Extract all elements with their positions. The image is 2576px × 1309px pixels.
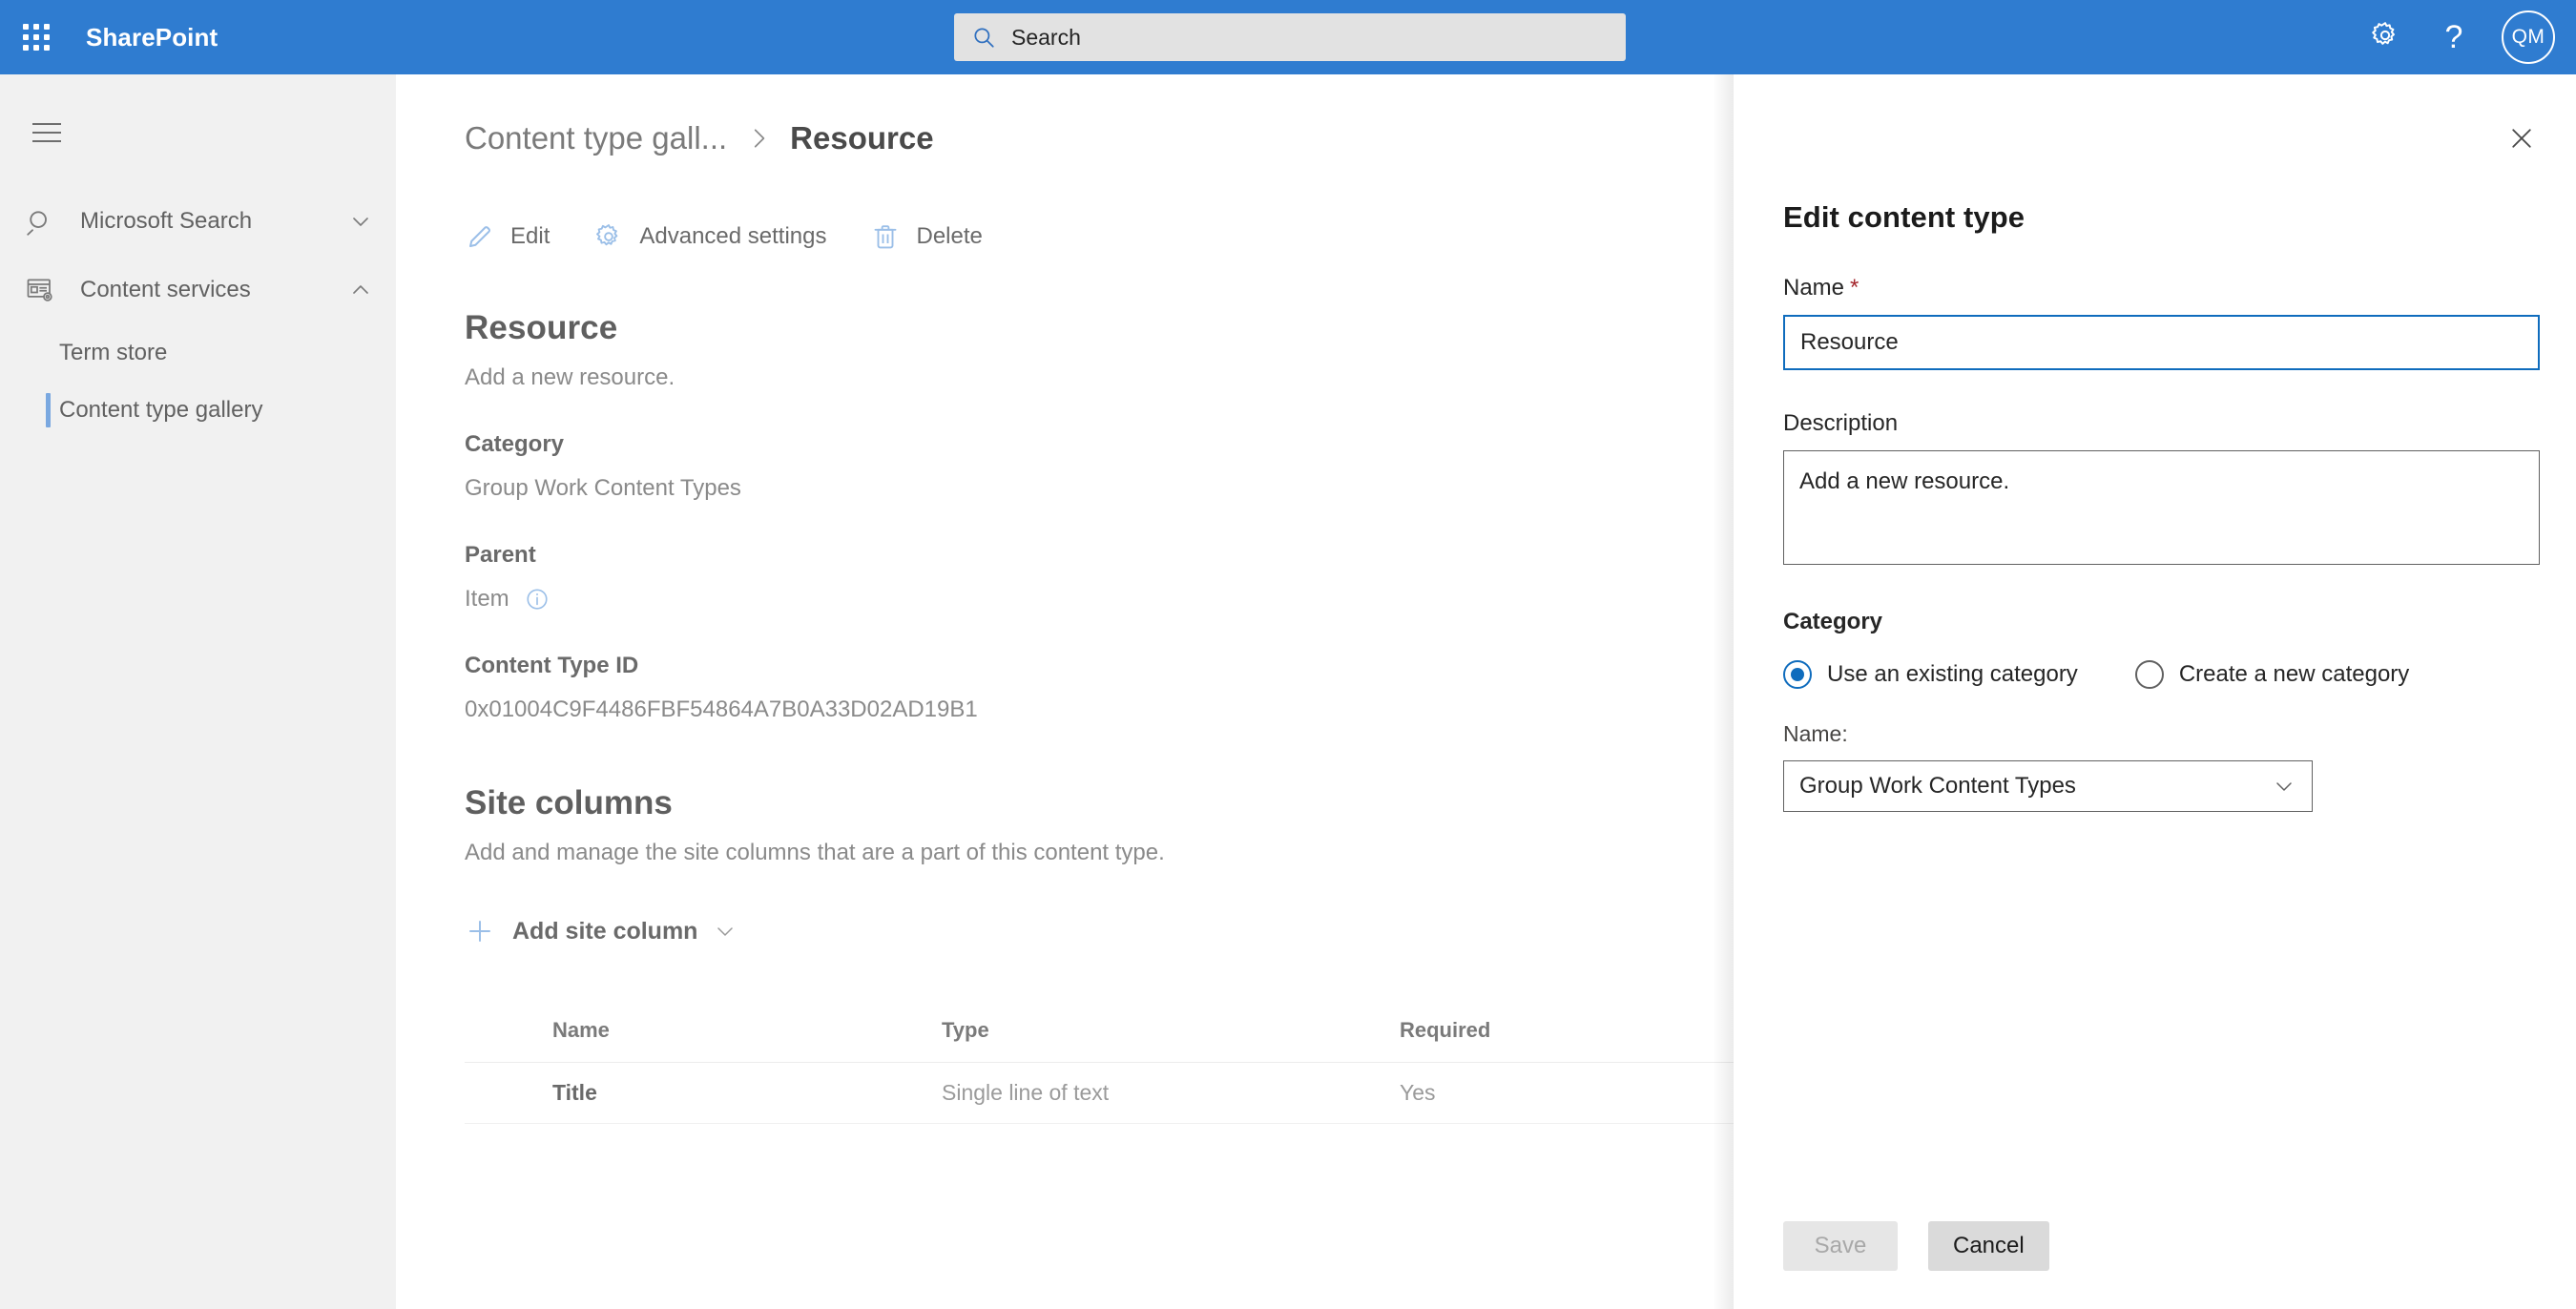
radio-create-new-category[interactable]: Create a new category	[2134, 660, 2410, 689]
radio-use-existing-category[interactable]: Use an existing category	[1783, 660, 2078, 689]
command-label: Advanced settings	[639, 223, 827, 249]
nav-toggle-button[interactable]	[17, 103, 76, 162]
suite-actions: ? QM	[2351, 0, 2576, 74]
breadcrumb-current: Resource	[790, 120, 934, 156]
advanced-settings-button[interactable]: Advanced settings	[593, 210, 847, 263]
app-launcher-button[interactable]	[0, 0, 73, 74]
search-icon	[971, 25, 996, 50]
sidebar-subitem-label: Term store	[59, 340, 168, 365]
panel-title: Edit content type	[1783, 200, 2025, 234]
sidebar-item-content-services[interactable]: Content services	[0, 256, 396, 324]
table-row[interactable]: Title Single line of text Yes	[465, 1063, 1858, 1124]
column-header-required[interactable]: Required	[1400, 1018, 1762, 1043]
settings-button[interactable]	[2351, 0, 2420, 74]
table-header-row: Name Type Required	[465, 998, 1858, 1063]
save-button[interactable]: Save	[1783, 1221, 1898, 1271]
category-name-label: Name:	[1783, 721, 1848, 746]
app-launcher-icon	[23, 24, 50, 51]
required-asterisk: *	[1850, 275, 1859, 301]
plus-icon	[465, 916, 495, 946]
field-value-text: Group Work Content Types	[465, 475, 741, 501]
sidebar-item-microsoft-search[interactable]: Microsoft Search	[0, 187, 396, 256]
add-site-column-button[interactable]: Add site column	[465, 916, 737, 946]
search-input[interactable]: Search	[954, 13, 1626, 61]
site-columns-table: Name Type Required Title Single line of …	[465, 998, 1858, 1124]
nav-items: Microsoft Search Content services Term s…	[0, 187, 396, 439]
sidebar-item-content-type-gallery[interactable]: Content type gallery	[0, 382, 396, 439]
search-placeholder: Search	[1011, 24, 1081, 50]
edit-button[interactable]: Edit	[465, 210, 571, 263]
delete-button[interactable]: Delete	[870, 210, 1003, 263]
description-textarea-value: Add a new resource.	[1799, 468, 2010, 494]
command-label: Delete	[916, 223, 983, 249]
left-navigation: Microsoft Search Content services Term s…	[0, 74, 396, 1309]
sidebar-subitem-label: Content type gallery	[59, 397, 263, 423]
radio-dot-icon	[2134, 660, 2164, 689]
brand-title[interactable]: SharePoint	[86, 23, 218, 52]
chevron-down-icon[interactable]	[713, 919, 737, 944]
command-label: Edit	[510, 223, 551, 249]
trash-icon	[870, 221, 901, 252]
name-input-value: Resource	[1800, 329, 1899, 355]
cell-name: Title	[552, 1080, 597, 1105]
panel-footer: Save Cancel	[1734, 1221, 2576, 1309]
name-field-label-text: Name	[1783, 275, 1845, 301]
add-site-column-label: Add site column	[512, 917, 698, 945]
radio-label: Create a new category	[2178, 661, 2410, 687]
category-radio-group: Use an existing category Create a new ca…	[1783, 660, 2526, 689]
description-field-label-text: Description	[1783, 410, 1899, 436]
close-icon	[2507, 124, 2536, 157]
category-name-select[interactable]: Group Work Content Types	[1783, 760, 2313, 812]
cell-required: Yes	[1400, 1080, 1436, 1105]
sharepoint-app: SharePoint Search ? QM Microsoft Search …	[0, 0, 2576, 1309]
help-button[interactable]: ?	[2420, 0, 2488, 74]
category-select-value: Group Work Content Types	[1799, 773, 2076, 799]
cancel-button[interactable]: Cancel	[1928, 1221, 2049, 1271]
sidebar-item-label: Content services	[80, 277, 251, 302]
hamburger-icon	[32, 123, 61, 142]
chevron-right-icon	[746, 126, 771, 151]
radio-label: Use an existing category	[1827, 661, 2078, 687]
content-services-icon	[21, 271, 59, 309]
chevron-up-icon[interactable]	[348, 278, 373, 302]
category-group-label: Category	[1783, 609, 1883, 634]
panel-body: Edit content type Name * Resource Descri…	[1734, 74, 2576, 812]
magnifier-icon	[21, 202, 59, 240]
column-header-name[interactable]: Name	[465, 1018, 942, 1043]
description-textarea[interactable]: Add a new resource.	[1783, 450, 2540, 565]
sidebar-item-label: Microsoft Search	[80, 208, 253, 234]
description-field-label: Description	[1783, 410, 2526, 437]
name-field-label: Name *	[1783, 275, 2526, 301]
chevron-down-icon	[2272, 774, 2296, 799]
gear-icon	[593, 221, 624, 252]
close-panel-button[interactable]	[2494, 113, 2549, 168]
field-value-text: 0x01004C9F4486FBF54864A7B0A33D02AD19B1	[465, 696, 978, 722]
suite-bar: SharePoint Search ? QM	[0, 0, 2576, 74]
breadcrumb-parent-link[interactable]: Content type gall...	[465, 120, 727, 156]
name-input[interactable]: Resource	[1783, 315, 2540, 370]
gear-icon	[2370, 20, 2400, 55]
edit-content-type-panel: Edit content type Name * Resource Descri…	[1734, 74, 2576, 1309]
field-value-text: Item	[465, 586, 509, 612]
pencil-icon	[465, 221, 495, 252]
chevron-down-icon[interactable]	[348, 209, 373, 234]
cell-type: Single line of text	[942, 1080, 1110, 1105]
sidebar-item-term-store[interactable]: Term store	[0, 324, 396, 382]
column-header-type[interactable]: Type	[942, 1018, 1400, 1043]
radio-dot-icon	[1783, 660, 1812, 689]
avatar[interactable]: QM	[2502, 10, 2555, 64]
info-icon[interactable]	[525, 587, 550, 612]
